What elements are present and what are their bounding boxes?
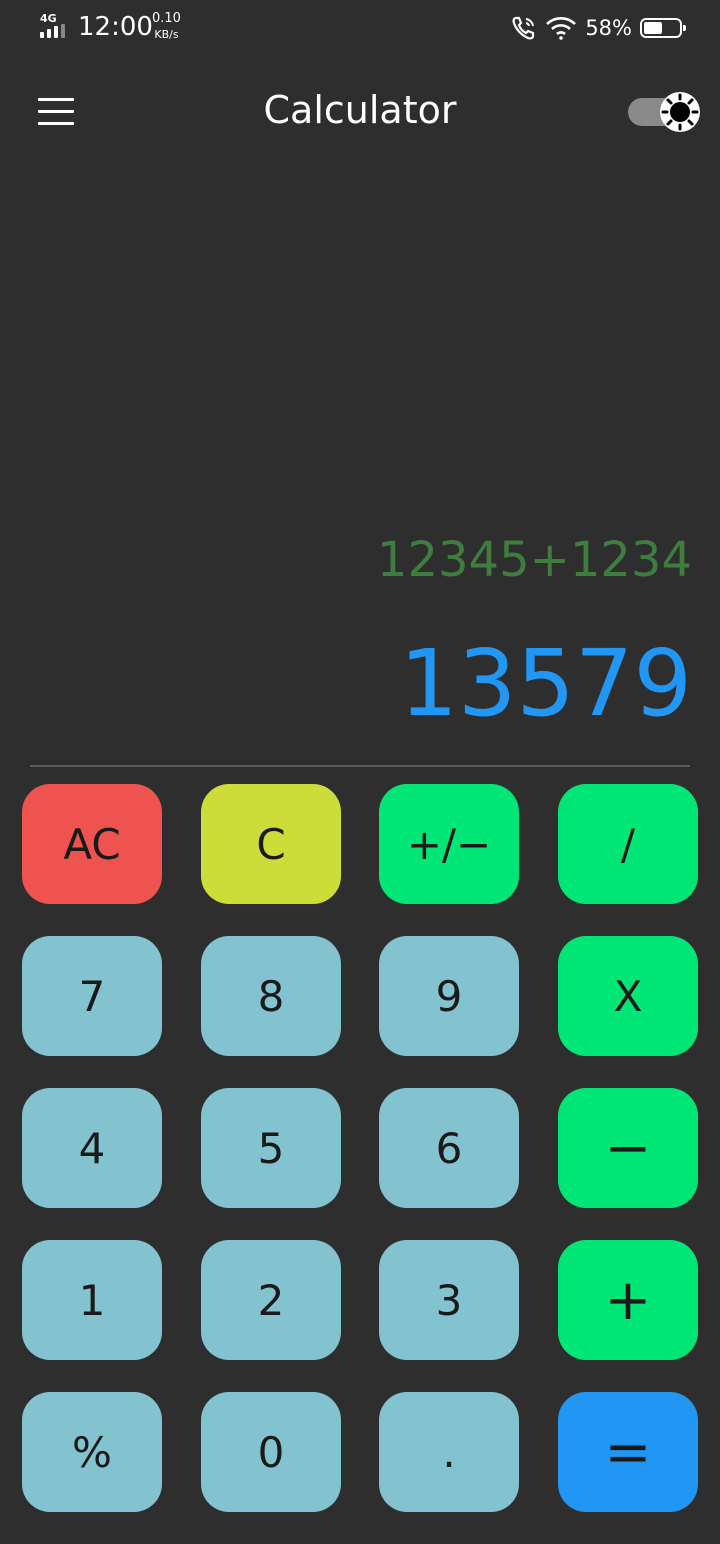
network-speed: 0.10 KB/s: [152, 11, 181, 43]
clear-button[interactable]: C: [201, 784, 341, 904]
expression-display: 12345+1234: [376, 532, 692, 588]
digit-4-button[interactable]: 4: [22, 1088, 162, 1208]
digit-5-button[interactable]: 5: [201, 1088, 341, 1208]
network-type: 4G: [40, 12, 57, 25]
multiply-button[interactable]: X: [558, 936, 698, 1056]
digit-6-button[interactable]: 6: [379, 1088, 519, 1208]
equals-button[interactable]: =: [558, 1392, 698, 1512]
wifi-call-icon: [512, 16, 535, 40]
theme-toggle[interactable]: [628, 92, 702, 132]
result-display: 13579: [399, 630, 692, 737]
ac-button[interactable]: AC: [22, 784, 162, 904]
decimal-button[interactable]: .: [379, 1392, 519, 1512]
digit-0-button[interactable]: 0: [201, 1392, 341, 1512]
negate-button[interactable]: +/−: [379, 784, 519, 904]
wifi-icon: [546, 17, 577, 40]
digit-1-button[interactable]: 1: [22, 1240, 162, 1360]
display-divider: [30, 765, 690, 767]
signal-icon: 4G: [38, 12, 72, 40]
digit-7-button[interactable]: 7: [22, 936, 162, 1056]
subtract-button[interactable]: −: [558, 1088, 698, 1208]
network-speed-value: 0.10: [152, 11, 181, 26]
status-bar: 4G 12:00 0.10 KB/s 58%: [0, 0, 720, 56]
digit-8-button[interactable]: 8: [201, 936, 341, 1056]
page-title: Calculator: [263, 88, 457, 132]
sun-icon: [660, 92, 700, 132]
add-button[interactable]: +: [558, 1240, 698, 1360]
digit-2-button[interactable]: 2: [201, 1240, 341, 1360]
divide-button[interactable]: /: [558, 784, 698, 904]
battery-percent: 58%: [585, 16, 632, 40]
clock: 12:00: [78, 12, 153, 42]
digit-9-button[interactable]: 9: [379, 936, 519, 1056]
status-icons: 58%: [511, 14, 686, 42]
percent-button[interactable]: %: [22, 1392, 162, 1512]
battery-icon: [640, 18, 686, 38]
network-speed-unit: KB/s: [154, 28, 179, 41]
digit-3-button[interactable]: 3: [379, 1240, 519, 1360]
